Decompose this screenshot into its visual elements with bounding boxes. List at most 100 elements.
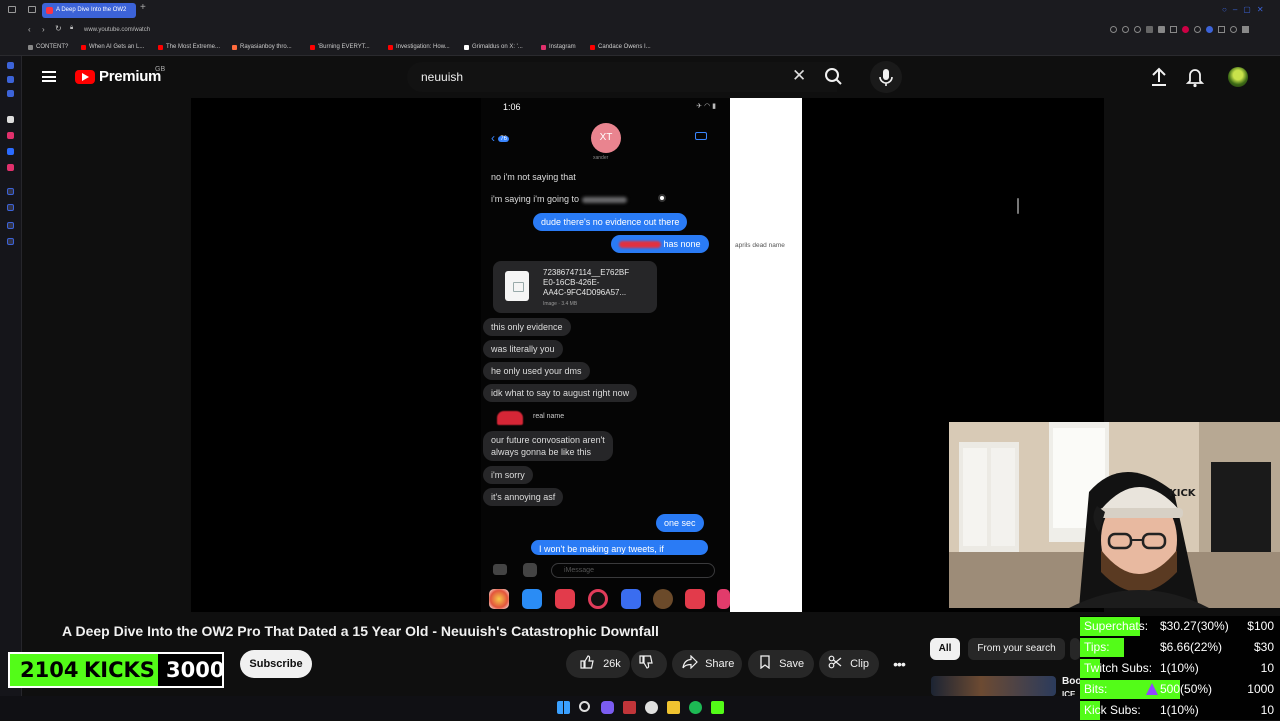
donation-goal: 1000 bbox=[1247, 682, 1274, 696]
sidebar-app-icon[interactable] bbox=[7, 238, 14, 245]
more-icon: ••• bbox=[893, 656, 906, 672]
taskbar-search-icon[interactable] bbox=[579, 701, 590, 712]
voice-search-button[interactable] bbox=[870, 61, 902, 93]
donation-label: Tips: bbox=[1084, 640, 1110, 654]
app-store-icon bbox=[523, 563, 537, 577]
sidebar-app-icon[interactable] bbox=[7, 90, 14, 97]
share-button[interactable]: Share bbox=[672, 650, 742, 678]
sidebar-app-icon[interactable] bbox=[7, 222, 14, 229]
more-actions-button[interactable]: ••• bbox=[885, 650, 913, 678]
save-button[interactable]: Save bbox=[748, 650, 814, 678]
streamer-webcam-image bbox=[949, 422, 1280, 608]
taskbar-folder-icon[interactable] bbox=[667, 701, 680, 714]
fitness-icon bbox=[588, 589, 608, 609]
taskbar-app-icon[interactable] bbox=[711, 701, 724, 714]
bookmark-item[interactable]: Candace Owens I... bbox=[590, 44, 651, 50]
sidebar-app-icon[interactable] bbox=[7, 116, 14, 123]
annotation-panel bbox=[730, 98, 802, 612]
taskbar-app-icon[interactable] bbox=[645, 701, 658, 714]
imessage-apps-row bbox=[481, 584, 730, 612]
back-icon[interactable]: ‹ bbox=[28, 25, 31, 34]
menu-icon[interactable] bbox=[42, 71, 56, 82]
taskbar-spotify-icon[interactable] bbox=[689, 701, 702, 714]
tab-list-icon[interactable] bbox=[28, 6, 36, 13]
bookmark-item[interactable]: Instagram bbox=[541, 44, 576, 50]
youtube-brand[interactable]: Premium bbox=[99, 68, 161, 85]
file-name: 72386747114__E762BF E0-16CB-426E- AA4C-9… bbox=[543, 268, 630, 297]
bookmark-item[interactable]: 'Burning EVERYT... bbox=[310, 44, 370, 50]
new-tab-button[interactable]: + bbox=[140, 2, 146, 13]
bell-icon bbox=[1185, 69, 1205, 88]
donation-row-twitch-subs: Twitch Subs: 1(10%) 10 bbox=[1080, 658, 1280, 679]
subscribe-button[interactable]: Subscribe bbox=[240, 650, 312, 678]
image-file-icon bbox=[505, 271, 529, 301]
message-bubble: this only evidence bbox=[483, 318, 571, 336]
related-video-title-partial[interactable]: Boo bbox=[1062, 676, 1081, 687]
back-count: 76 bbox=[498, 135, 510, 142]
search-box[interactable]: neuuish ✕ bbox=[407, 62, 837, 92]
scissors-icon bbox=[828, 655, 842, 669]
sticker-app-icon bbox=[685, 589, 705, 609]
video-title: A Deep Dive Into the OW2 Pro That Dated … bbox=[62, 623, 659, 639]
censored-text bbox=[581, 196, 627, 203]
save-label: Save bbox=[779, 658, 805, 670]
bookmark-item[interactable]: Rayasianboy thro... bbox=[232, 44, 292, 50]
search-button[interactable] bbox=[814, 62, 854, 92]
bookmark-item[interactable]: Grimaldus on X: '... bbox=[464, 44, 523, 50]
sidebar-app-icon[interactable] bbox=[7, 188, 14, 195]
tab-manager-icon[interactable] bbox=[8, 6, 16, 13]
chip-all[interactable]: All bbox=[930, 638, 960, 660]
sidebar-app-icon[interactable] bbox=[7, 148, 14, 155]
donation-goals-overlay: Superchats: $30.27(30%) $100 Tips: $6.66… bbox=[1080, 616, 1280, 720]
message-bubble: he only used your dms bbox=[483, 362, 590, 380]
browser-extensions-icons[interactable] bbox=[1110, 26, 1275, 34]
clip-label: Clip bbox=[850, 658, 870, 670]
donation-label: Bits: bbox=[1084, 682, 1108, 696]
bookmark-item[interactable]: CONTENT? bbox=[28, 44, 68, 50]
clear-search-icon[interactable]: ✕ bbox=[792, 66, 806, 86]
related-video-thumbnail[interactable] bbox=[931, 676, 1056, 696]
url-field[interactable]: www.youtube.com/watch bbox=[84, 27, 150, 33]
donation-row-tips: Tips: $6.66(22%) $30 bbox=[1080, 637, 1280, 658]
tab-active[interactable]: A Deep Dive Into the OW2 bbox=[42, 3, 136, 18]
clip-button[interactable]: Clip bbox=[819, 650, 879, 678]
upload-icon bbox=[1152, 67, 1166, 86]
dislike-button[interactable] bbox=[631, 650, 667, 678]
sidebar-app-icon[interactable] bbox=[7, 164, 14, 171]
bookmark-item[interactable]: Investigation: How... bbox=[388, 44, 450, 50]
sidebar-app-icon[interactable] bbox=[7, 62, 14, 69]
censored-name bbox=[619, 241, 661, 249]
upload-button[interactable] bbox=[1149, 66, 1169, 88]
message-bubble: I won't be making any tweets, if bbox=[531, 540, 708, 555]
message-bubble: our future convosation aren't always gon… bbox=[483, 431, 613, 461]
donation-goal: 10 bbox=[1260, 661, 1274, 675]
account-avatar[interactable] bbox=[1228, 67, 1248, 87]
reload-icon[interactable]: ↻ bbox=[55, 24, 62, 33]
forward-icon[interactable]: › bbox=[42, 25, 45, 34]
mouse-cursor bbox=[658, 194, 666, 202]
chip-more[interactable] bbox=[1070, 638, 1080, 660]
window-controls[interactable]: ○–▢✕ bbox=[1222, 5, 1270, 14]
bookmark-item[interactable]: When AI Gets an L... bbox=[81, 44, 144, 50]
bits-gem-icon bbox=[1146, 683, 1158, 695]
like-button[interactable]: 26k bbox=[566, 650, 630, 678]
youtube-logo-icon[interactable] bbox=[75, 70, 95, 84]
windows-start-icon[interactable] bbox=[557, 701, 570, 714]
sidebar-app-icon[interactable] bbox=[7, 204, 14, 211]
like-count: 26k bbox=[603, 658, 621, 670]
notifications-button[interactable] bbox=[1185, 66, 1205, 88]
message-bubble: idk what to say to august right now bbox=[483, 384, 638, 402]
sidebar-app-icon[interactable] bbox=[7, 76, 14, 83]
taskbar-app-icon[interactable] bbox=[623, 701, 636, 714]
bookmark-item[interactable]: The Most Extreme... bbox=[158, 44, 220, 50]
bookmark-icon bbox=[760, 655, 770, 670]
photos-app-icon bbox=[489, 589, 509, 609]
donation-row-bits: Bits: 500(50%) 1000 bbox=[1080, 679, 1280, 700]
music-app-icon bbox=[717, 589, 730, 609]
file-attachment: 72386747114__E762BF E0-16CB-426E- AA4C-9… bbox=[493, 261, 657, 313]
site-info-icon[interactable]: 🔒︎ bbox=[70, 25, 73, 32]
taskbar-app-icon[interactable] bbox=[601, 701, 614, 714]
search-input[interactable]: neuuish bbox=[421, 70, 463, 84]
chip-from-your-search[interactable]: From your search bbox=[968, 638, 1065, 660]
sidebar-app-icon[interactable] bbox=[7, 132, 14, 139]
